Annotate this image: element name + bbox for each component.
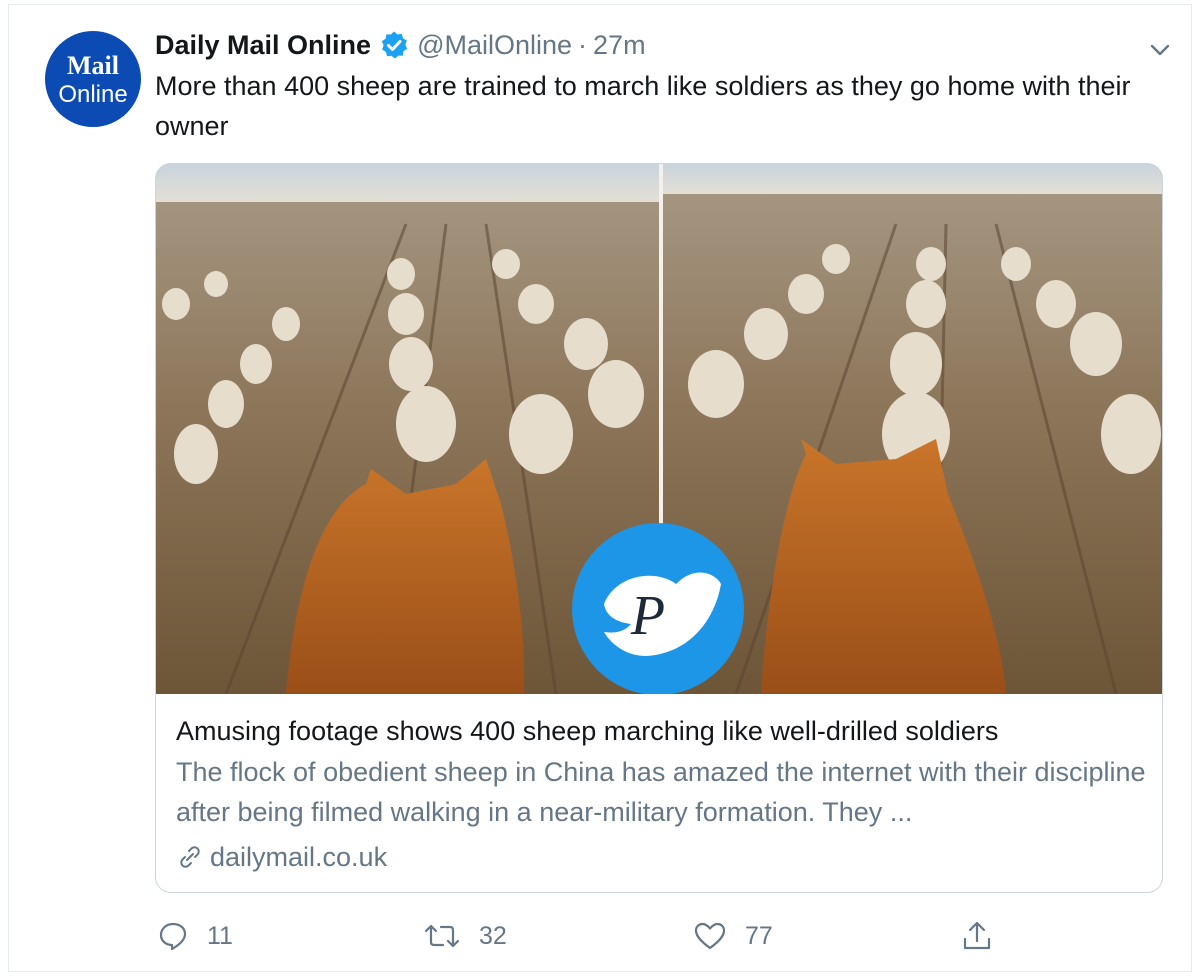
share-button[interactable] (961, 916, 1011, 956)
share-icon (963, 921, 991, 950)
reply-icon (159, 922, 187, 951)
retweet-button[interactable]: 32 (423, 916, 507, 956)
separator-dot: · (578, 29, 588, 60)
action-bar: 11 32 77 (155, 916, 1165, 956)
tweet-header: Daily Mail Online @MailOnline · 27m (155, 28, 646, 62)
link-card[interactable]: P Amusing footage shows 400 sheep marchi… (155, 163, 1163, 893)
account-name[interactable]: Daily Mail Online (155, 30, 371, 61)
like-button[interactable]: 77 (693, 916, 773, 956)
tweet-text: More than 400 sheep are trained to march… (155, 71, 1131, 141)
reply-button[interactable]: 11 (157, 916, 233, 956)
account-handle[interactable]: @MailOnline (417, 30, 572, 61)
reply-count: 11 (207, 921, 233, 950)
card-title: Amusing footage shows 400 sheep marching… (176, 716, 999, 746)
avatar-logo-line1: Mail (67, 51, 119, 80)
like-count: 77 (745, 921, 773, 950)
card-description: The flock of obedient sheep in China has… (176, 757, 1146, 827)
avatar-logo-line2: Online (58, 81, 128, 108)
retweet-count: 32 (479, 921, 507, 950)
card-body: Amusing footage shows 400 sheep marching… (176, 712, 1146, 876)
svg-text:P: P (630, 585, 665, 647)
card-domain-text: dailymail.co.uk (210, 842, 388, 872)
card-image: P (156, 164, 1162, 694)
twitter-watermark-icon: P (572, 523, 744, 694)
chevron-down-icon[interactable] (1145, 35, 1175, 65)
tweet-timestamp[interactable]: 27m (593, 30, 646, 61)
link-icon (180, 846, 200, 868)
card-domain: dailymail.co.uk (176, 838, 1146, 876)
like-icon (694, 922, 726, 950)
retweet-icon (424, 924, 460, 948)
verified-badge-icon (379, 30, 409, 60)
avatar[interactable]: Mail Online (45, 31, 141, 127)
